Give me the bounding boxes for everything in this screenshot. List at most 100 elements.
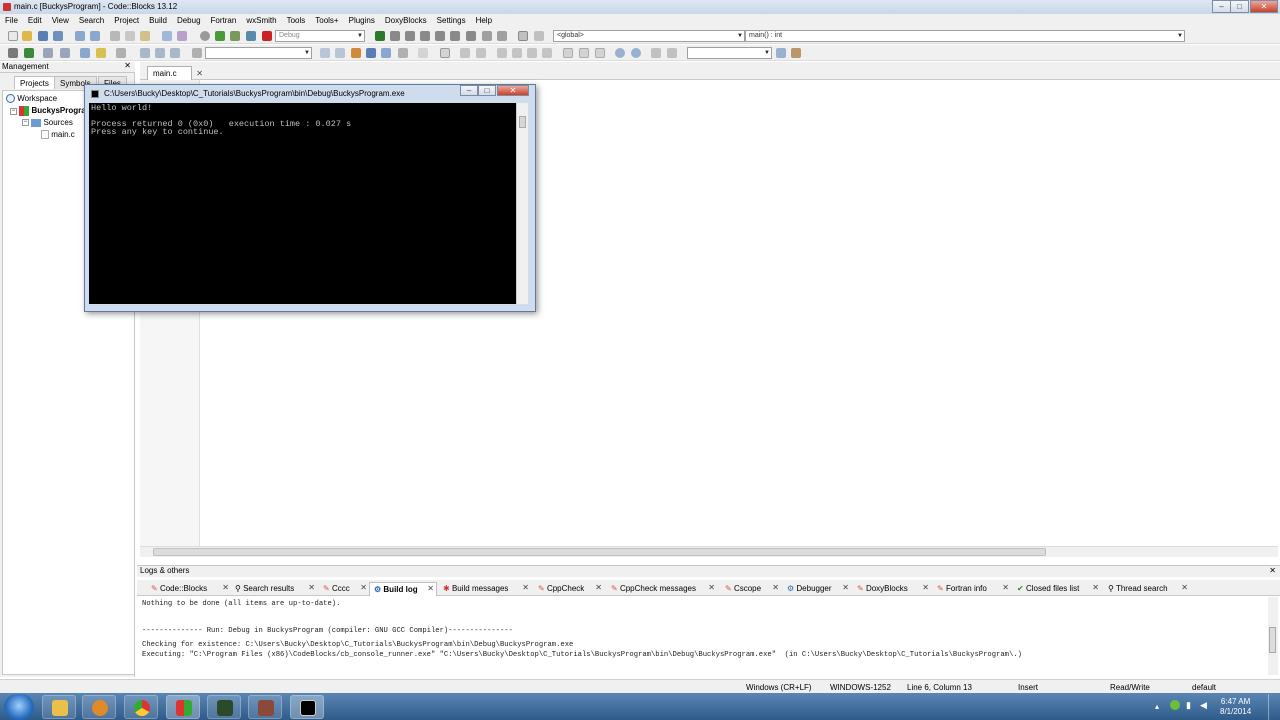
paste-icon[interactable] bbox=[140, 31, 150, 41]
copy-icon[interactable] bbox=[125, 31, 135, 41]
wrench-icon[interactable] bbox=[116, 48, 126, 58]
editor-tab-main-c[interactable]: main.c ✕ bbox=[147, 66, 203, 80]
network-icon[interactable]: ▮ bbox=[1186, 700, 1191, 711]
close-icon[interactable]: ✕ bbox=[427, 584, 434, 593]
tray-expand-icon[interactable]: ▴ bbox=[1155, 702, 1159, 711]
scope-select[interactable]: <global> ▼ bbox=[553, 30, 745, 42]
menu-plugins[interactable]: Plugins bbox=[344, 14, 380, 27]
app-title-bar[interactable]: main.c [BuckysProgram] - Code::Blocks 13… bbox=[0, 0, 1280, 14]
run-icon[interactable] bbox=[215, 31, 225, 41]
dialog-icon[interactable] bbox=[579, 48, 589, 58]
toggle-panel-icon[interactable] bbox=[8, 48, 18, 58]
menu-edit[interactable]: Edit bbox=[23, 14, 47, 27]
taskbar-explorer[interactable] bbox=[42, 695, 76, 719]
next-line-icon[interactable] bbox=[405, 31, 415, 41]
step-into-instruction-icon[interactable] bbox=[466, 31, 476, 41]
debug-info-icon[interactable] bbox=[534, 31, 544, 41]
menu-tools-plus[interactable]: Tools+ bbox=[310, 14, 343, 27]
maximize-button[interactable]: □ bbox=[1230, 0, 1249, 13]
close-icon[interactable]: ✕ bbox=[772, 583, 779, 592]
tab-doxyblocks[interactable]: ✎ DoxyBlocks ✕ bbox=[853, 582, 931, 596]
scrollbar-thumb[interactable] bbox=[519, 116, 526, 128]
tree-workspace[interactable]: Workspace bbox=[6, 94, 57, 104]
tab-cppcheck[interactable]: ✎ CppCheck ✕ bbox=[534, 582, 604, 596]
sizer-grid-icon[interactable] bbox=[527, 48, 537, 58]
replace-icon[interactable] bbox=[177, 31, 187, 41]
taskbar-clock[interactable]: 6:47 AM 8/1/2014 bbox=[1220, 697, 1251, 717]
close-icon[interactable]: ✕ bbox=[222, 583, 229, 592]
tab-projects[interactable]: Projects bbox=[14, 76, 55, 89]
close-icon[interactable]: ✕ bbox=[1092, 583, 1099, 592]
bookmark-prev-icon[interactable] bbox=[140, 48, 150, 58]
tab-cccc[interactable]: ✎ Cccc ✕ bbox=[319, 582, 369, 596]
menu-view[interactable]: View bbox=[47, 14, 74, 27]
comment-icon[interactable] bbox=[43, 48, 53, 58]
menu-help[interactable]: Help bbox=[471, 14, 497, 27]
tab-cscope[interactable]: ✎ Cscope ✕ bbox=[721, 582, 781, 596]
tree-file-main[interactable]: main.c bbox=[41, 130, 75, 140]
open-folder-icon[interactable] bbox=[22, 31, 32, 41]
taskbar-console[interactable] bbox=[290, 695, 324, 719]
tab-closed-files-list[interactable]: ✔ Closed files list ✕ bbox=[1013, 582, 1101, 596]
menu-file[interactable]: File bbox=[0, 14, 23, 27]
menu-settings[interactable]: Settings bbox=[432, 14, 471, 27]
menu-build[interactable]: Build bbox=[144, 14, 172, 27]
close-icon[interactable]: ✕ bbox=[842, 583, 849, 592]
scrollbar-thumb[interactable] bbox=[1269, 627, 1276, 653]
rebuild-icon[interactable] bbox=[246, 31, 256, 41]
close-icon[interactable]: ✕ bbox=[1181, 583, 1188, 592]
zoom-out-icon[interactable] bbox=[631, 48, 641, 58]
close-icon[interactable]: ✕ bbox=[360, 583, 367, 592]
layout-icon[interactable] bbox=[440, 48, 450, 58]
menu-fortran[interactable]: Fortran bbox=[206, 14, 242, 27]
tree-folder-sources[interactable]: − Sources bbox=[22, 118, 73, 127]
uncomment-icon[interactable] bbox=[60, 48, 70, 58]
debug-windows-icon[interactable] bbox=[518, 31, 528, 41]
build-gear-icon[interactable] bbox=[200, 31, 210, 41]
volume-icon[interactable]: ◀ bbox=[1200, 700, 1207, 711]
bookmark-next-icon[interactable] bbox=[170, 48, 180, 58]
menu-wxsmith[interactable]: wxSmith bbox=[241, 14, 281, 27]
minimize-button[interactable]: – bbox=[1212, 0, 1231, 13]
select-arrow-icon[interactable] bbox=[398, 48, 408, 58]
console-maximize-button[interactable]: □ bbox=[478, 85, 496, 96]
find-icon[interactable] bbox=[162, 31, 172, 41]
console-scrollbar[interactable] bbox=[516, 103, 528, 304]
close-icon[interactable]: ✕ bbox=[708, 583, 715, 592]
doxy-help-icon[interactable] bbox=[96, 48, 106, 58]
menu-doxyblocks[interactable]: DoxyBlocks bbox=[380, 14, 432, 27]
spell-icon[interactable] bbox=[651, 48, 661, 58]
close-button[interactable]: ✕ bbox=[1250, 0, 1278, 13]
logs-vertical-scrollbar[interactable] bbox=[1268, 597, 1278, 675]
build-log-output[interactable]: Nothing to be done (all items are up-to-… bbox=[139, 597, 1269, 675]
taskbar-tool[interactable] bbox=[248, 695, 282, 719]
tab-fortran-info[interactable]: ✎ Fortran info ✕ bbox=[933, 582, 1011, 596]
save-icon[interactable] bbox=[38, 31, 48, 41]
tab-codeblocks[interactable]: ✎ Code::Blocks ✕ bbox=[147, 582, 231, 596]
build-and-run-icon[interactable] bbox=[230, 31, 240, 41]
tab-debugger[interactable]: ⚙ Debugger ✕ bbox=[783, 582, 851, 596]
console-close-button[interactable]: ✕ bbox=[497, 85, 529, 96]
pointer-icon[interactable] bbox=[418, 48, 428, 58]
tab-build-log[interactable]: ⚙ Build log ✕ bbox=[369, 582, 437, 596]
console-minimize-button[interactable]: – bbox=[460, 85, 478, 96]
jump-icon[interactable] bbox=[24, 48, 34, 58]
editor-horizontal-scrollbar[interactable] bbox=[140, 546, 1278, 557]
pause-icon[interactable] bbox=[482, 31, 492, 41]
close-icon[interactable]: ✕ bbox=[922, 583, 929, 592]
taskbar-codeblocks[interactable] bbox=[166, 695, 200, 719]
find-prev-icon[interactable] bbox=[320, 48, 330, 58]
close-icon[interactable]: ✕ bbox=[124, 61, 131, 70]
toggle-comment-icon[interactable] bbox=[80, 48, 90, 58]
sizer-flex-icon[interactable] bbox=[542, 48, 552, 58]
tab-thread-search[interactable]: ⚲ Thread search ✕ bbox=[1104, 582, 1190, 596]
redo-icon[interactable] bbox=[90, 31, 100, 41]
panel-icon[interactable] bbox=[563, 48, 573, 58]
menu-tools[interactable]: Tools bbox=[282, 14, 311, 27]
stop-debug-icon[interactable] bbox=[497, 31, 507, 41]
highlight-icon[interactable] bbox=[351, 48, 361, 58]
search-icon[interactable] bbox=[776, 48, 786, 58]
zoom-in-icon[interactable] bbox=[615, 48, 625, 58]
taskbar-chrome[interactable] bbox=[124, 695, 158, 719]
close-icon[interactable]: ✕ bbox=[522, 583, 529, 592]
